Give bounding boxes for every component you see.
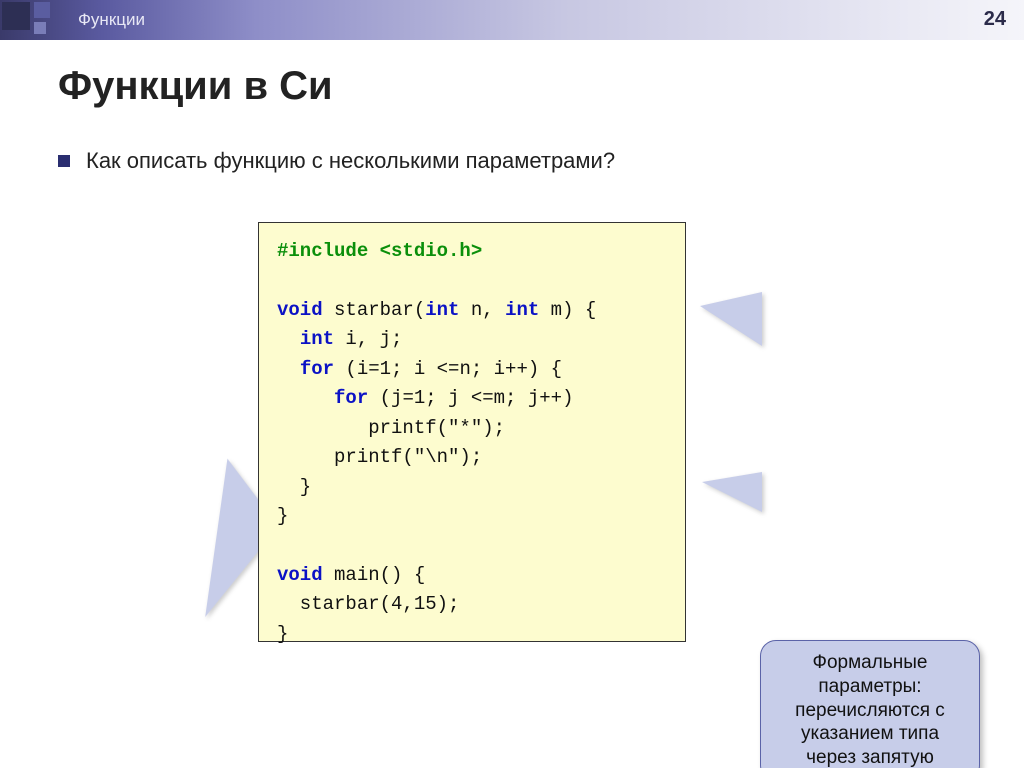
code-token: }: [277, 476, 311, 498]
code-token: [277, 358, 300, 380]
code-token: [277, 387, 334, 409]
slide: Функции 24 Функции в Си Как описать функ…: [0, 0, 1024, 768]
topbar-gradient: [0, 0, 1024, 40]
code-token: starbar(: [323, 299, 426, 321]
code-token: void: [277, 299, 323, 321]
code-token: main() {: [323, 564, 426, 586]
ornament-square-icon: [2, 2, 30, 30]
code-token: for: [300, 358, 334, 380]
code-token: m) {: [539, 299, 596, 321]
bullet-text: Как описать функцию с несколькими параме…: [86, 148, 615, 174]
callout-tail: [700, 292, 762, 346]
code-token: (j=1; j <=m; j++): [368, 387, 573, 409]
code-token: }: [277, 505, 288, 527]
corner-ornament: [2, 2, 64, 40]
code-token: void: [277, 564, 323, 586]
code-token: int: [300, 328, 334, 350]
breadcrumb: Функции: [78, 10, 145, 30]
code-listing: #include <stdio.h> void starbar(int n, i…: [259, 223, 685, 663]
code-token: int: [505, 299, 539, 321]
code-token: <stdio.h>: [368, 240, 482, 262]
bullet-item: Как описать функцию с несколькими параме…: [58, 148, 615, 174]
code-token: int: [425, 299, 459, 321]
code-token: for: [334, 387, 368, 409]
code-token: printf("*");: [277, 417, 505, 439]
topbar: Функции 24: [0, 0, 1024, 40]
bullet-icon: [58, 155, 70, 167]
code-token: i, j;: [334, 328, 402, 350]
code-token: }: [277, 623, 288, 645]
code-token: (i=1; i <=n; i++) {: [334, 358, 562, 380]
callout-formal-params: Формальные параметры: перечисляются с ук…: [760, 640, 980, 768]
ornament-square-icon: [34, 22, 46, 34]
code-token: #include: [277, 240, 368, 262]
ornament-square-icon: [34, 2, 50, 18]
code-token: printf("\n");: [277, 446, 482, 468]
code-token: starbar(4,15);: [277, 593, 459, 615]
code-box: #include <stdio.h> void starbar(int n, i…: [258, 222, 686, 642]
code-token: n,: [459, 299, 505, 321]
page-title: Функции в Си: [58, 64, 333, 109]
page-number: 24: [984, 8, 1006, 31]
callout-tail: [702, 472, 762, 512]
code-token: [277, 328, 300, 350]
